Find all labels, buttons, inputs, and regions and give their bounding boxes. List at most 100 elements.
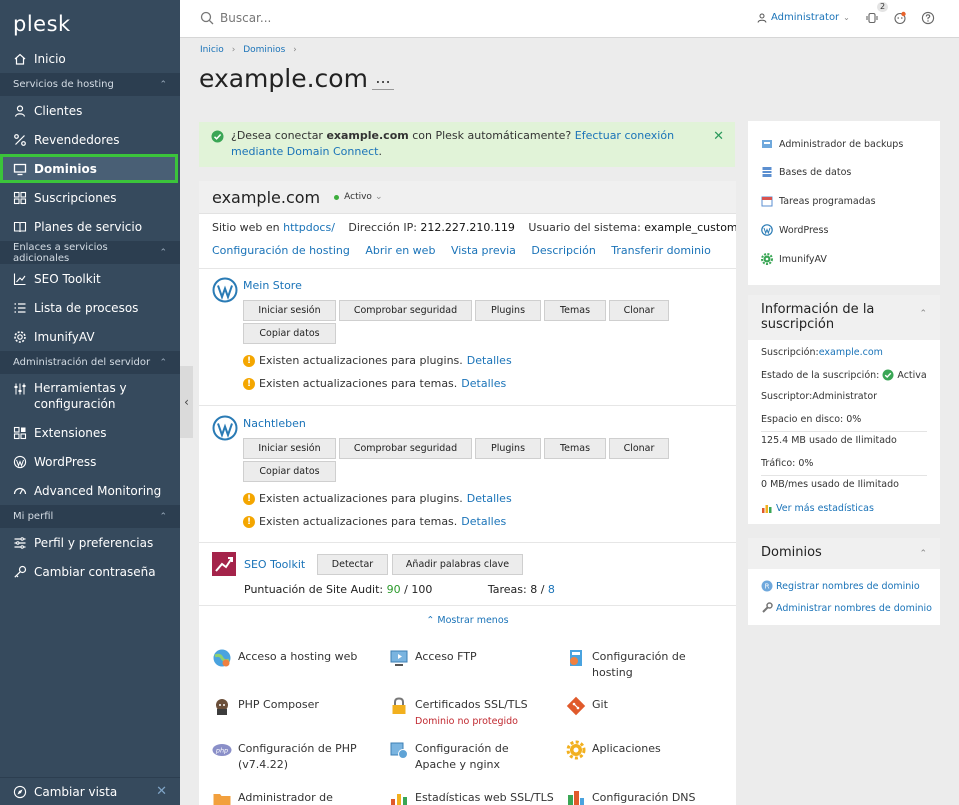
- backup-manager-link[interactable]: Administrador de backups: [761, 138, 903, 150]
- link-label: Bases de datos: [779, 166, 852, 178]
- copy-data-button[interactable]: Copiar datos: [243, 323, 336, 344]
- section-hosting-services[interactable]: Servicios de hosting ⌃: [0, 73, 180, 96]
- sidebar-item-clients[interactable]: Clientes: [0, 96, 180, 125]
- tool-web-hosting-access[interactable]: Acceso a hosting web: [212, 649, 357, 668]
- tool-applications[interactable]: Aplicaciones: [566, 740, 661, 760]
- description-link[interactable]: Descripción: [531, 244, 595, 257]
- sidebar-item-process-list[interactable]: Lista de procesos: [0, 293, 180, 322]
- details-link[interactable]: Detalles: [467, 354, 512, 367]
- sysuser-value: example_customer: [644, 221, 736, 234]
- top-bar: Buscar... Administrator ⌄ 2: [180, 0, 959, 38]
- seo-toolkit-link[interactable]: SEO Toolkit: [244, 558, 305, 571]
- change-view-button[interactable]: Cambiar vista ✕: [0, 777, 180, 805]
- manage-domains-row[interactable]: Administrar nombres de dominio: [761, 602, 932, 614]
- tool-php-settings[interactable]: php Configuración de PHP (v7.4.22): [212, 741, 372, 773]
- clone-button[interactable]: Clonar: [609, 438, 669, 459]
- wordpress-site-name[interactable]: Nachtleben: [243, 417, 306, 430]
- user-menu[interactable]: Administrator ⌄: [757, 12, 850, 23]
- website-path-link[interactable]: httpdocs/: [283, 221, 335, 234]
- server-settings-icon: [570, 650, 582, 666]
- themes-button[interactable]: Temas: [544, 300, 606, 321]
- plugins-button[interactable]: Plugins: [475, 438, 541, 459]
- breadcrumb-domains[interactable]: Dominios: [243, 45, 285, 55]
- check-security-button[interactable]: Comprobar seguridad: [339, 300, 472, 321]
- subscription-link[interactable]: example.com: [819, 347, 883, 358]
- details-link[interactable]: Detalles: [467, 492, 512, 505]
- more-stats-row[interactable]: Ver más estadísticas: [761, 502, 874, 514]
- domains-card-header[interactable]: Dominios ⌃: [748, 538, 940, 569]
- section-server-admin[interactable]: Administración del servidor ⌃: [0, 351, 180, 374]
- sidebar-item-domains[interactable]: Dominios: [0, 154, 178, 183]
- subscription-card-header[interactable]: Información de la suscripción ⌃: [748, 295, 940, 340]
- sidebar-item-subscriptions[interactable]: Suscripciones: [0, 183, 180, 212]
- sidebar-item-home[interactable]: Inicio: [0, 44, 180, 73]
- close-icon[interactable]: ✕: [156, 784, 167, 799]
- tool-git[interactable]: Git: [566, 696, 608, 716]
- open-in-web-link[interactable]: Abrir en web: [365, 244, 435, 257]
- databases-link[interactable]: Bases de datos: [761, 166, 851, 178]
- tool-dns-settings[interactable]: Configuración DNS: [566, 790, 696, 805]
- section-my-profile[interactable]: Mi perfil ⌃: [0, 505, 180, 528]
- hosting-settings-link[interactable]: Configuración de hosting: [212, 244, 350, 257]
- notifications-icon[interactable]: [865, 11, 879, 25]
- section-additional-services[interactable]: Enlaces a servicios adicionales ⌃: [0, 241, 180, 264]
- show-less-toggle[interactable]: ⌃ Mostrar menos: [199, 615, 736, 626]
- tasks-total-link[interactable]: 8: [548, 583, 555, 596]
- check-security-button[interactable]: Comprobar seguridad: [339, 438, 472, 459]
- more-actions-button[interactable]: ...: [372, 70, 394, 90]
- plugins-button[interactable]: Plugins: [475, 300, 541, 321]
- wordpress-link[interactable]: WordPress: [761, 224, 828, 236]
- search-input[interactable]: Buscar...: [200, 11, 271, 25]
- sidebar-item-advanced-monitoring[interactable]: Advanced Monitoring: [0, 476, 180, 505]
- preview-link[interactable]: Vista previa: [451, 244, 516, 257]
- sidebar-item-imunifyav[interactable]: ImunifyAV: [0, 322, 180, 351]
- add-keywords-button[interactable]: Añadir palabras clave: [392, 554, 523, 575]
- sidebar-item-tools-settings[interactable]: Herramientas y configuración: [0, 374, 180, 418]
- grid-icon: [13, 191, 27, 204]
- kv-value: 0 MB/mes usado de Ilimitado: [761, 479, 899, 490]
- scheduled-tasks-link[interactable]: Tareas programadas: [761, 195, 876, 207]
- breadcrumb-home[interactable]: Inicio: [200, 45, 224, 55]
- sidebar-item-service-plans[interactable]: Planes de servicio: [0, 212, 180, 241]
- tool-file-manager[interactable]: Administrador de: [212, 790, 333, 805]
- plesk-logo[interactable]: plesk: [0, 0, 180, 44]
- sidebar-item-wordpress[interactable]: WordPress: [0, 447, 180, 476]
- tool-php-composer[interactable]: PHP Composer: [212, 697, 319, 716]
- manage-domains-link[interactable]: Administrar nombres de dominio: [776, 603, 932, 614]
- login-button[interactable]: Iniciar sesión: [243, 438, 336, 459]
- login-button[interactable]: Iniciar sesión: [243, 300, 336, 321]
- sidebar-item-extensions[interactable]: Extensiones: [0, 418, 180, 447]
- search-icon: [200, 11, 214, 25]
- card-title: Dominios: [761, 545, 822, 560]
- register-domains-link[interactable]: Registrar nombres de dominio: [776, 581, 920, 592]
- details-link[interactable]: Detalles: [461, 515, 506, 528]
- tool-ftp-access[interactable]: Acceso FTP: [389, 649, 477, 668]
- status-dropdown[interactable]: Activo ⌄: [334, 192, 382, 202]
- tool-apache-nginx[interactable]: Configuración de Apache y nginx: [389, 741, 539, 773]
- sidebar-item-seo-toolkit[interactable]: SEO Toolkit: [0, 264, 180, 293]
- close-icon[interactable]: ✕: [713, 129, 724, 145]
- sidebar-collapse-handle[interactable]: ‹: [180, 366, 193, 438]
- detect-button[interactable]: Detectar: [317, 554, 388, 575]
- sidebar-item-profile[interactable]: Perfil y preferencias: [0, 528, 180, 557]
- tool-web-stats-ssl[interactable]: Estadísticas web SSL/TLS: [389, 790, 554, 805]
- feedback-icon[interactable]: [893, 11, 907, 25]
- tool-label: Aplicaciones: [592, 742, 661, 755]
- notice-text: ¿Desea conectar: [231, 129, 327, 142]
- help-icon[interactable]: [921, 11, 935, 25]
- sidebar-item-resellers[interactable]: Revendedores: [0, 125, 180, 154]
- wordpress-site-name[interactable]: Mein Store: [243, 279, 302, 292]
- transfer-domain-link[interactable]: Transferir dominio: [611, 244, 711, 257]
- seo-toolkit-icon: [212, 552, 236, 576]
- more-stats-link[interactable]: Ver más estadísticas: [776, 503, 874, 514]
- tool-ssl-certificates[interactable]: Certificados SSL/TLS Dominio no protegido: [389, 697, 528, 729]
- clone-button[interactable]: Clonar: [609, 300, 669, 321]
- themes-button[interactable]: Temas: [544, 438, 606, 459]
- register-domains-row[interactable]: R Registrar nombres de dominio: [761, 580, 920, 592]
- imunifyav-link[interactable]: ImunifyAV: [761, 253, 827, 265]
- sidebar-item-change-password[interactable]: Cambiar contraseña: [0, 557, 180, 586]
- wordpress-icon: [212, 415, 238, 441]
- copy-data-button[interactable]: Copiar datos: [243, 461, 336, 482]
- tool-hosting-settings[interactable]: Configuración de hosting: [566, 649, 716, 681]
- details-link[interactable]: Detalles: [461, 377, 506, 390]
